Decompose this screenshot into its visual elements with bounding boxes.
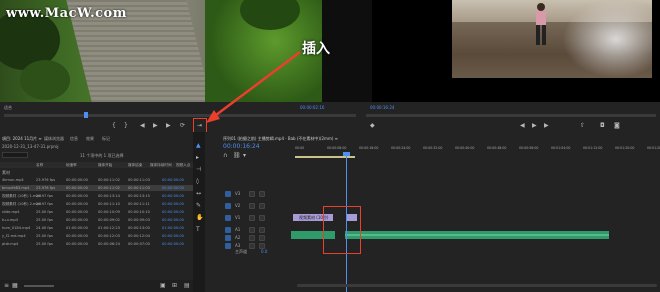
annotation-arrow (206, 51, 301, 123)
annotation-label: 插入 (302, 41, 330, 57)
arrow-head (206, 110, 220, 123)
arrow-shaft (211, 51, 301, 119)
